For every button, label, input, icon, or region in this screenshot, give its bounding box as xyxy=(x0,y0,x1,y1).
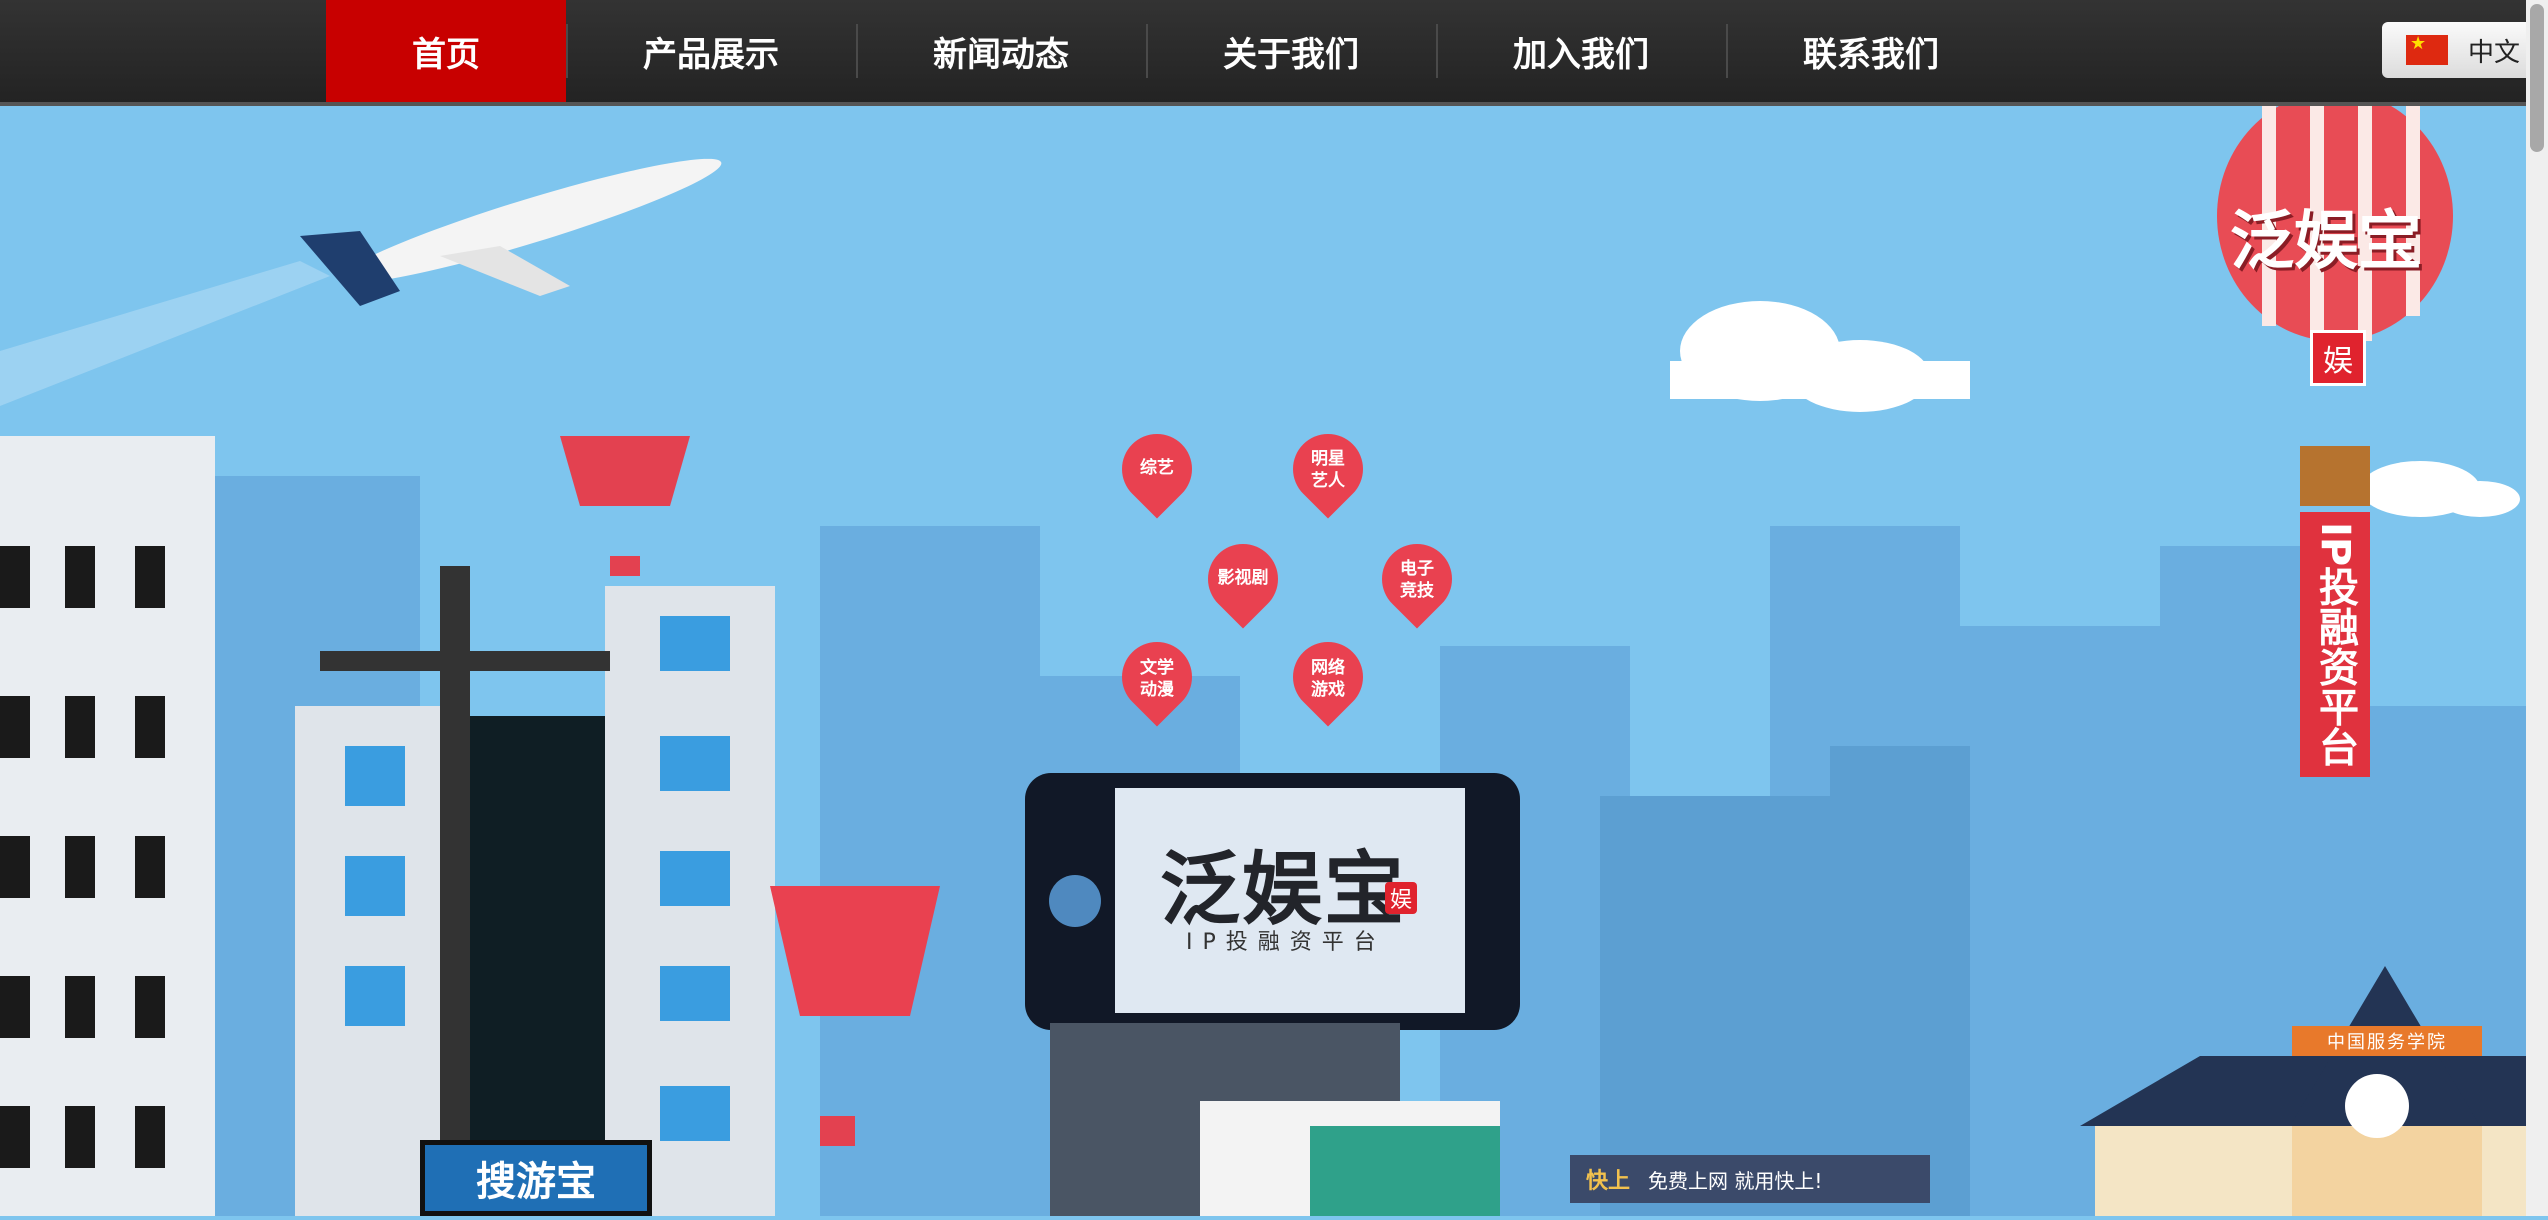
city-scene-graphic xyxy=(0,91,2526,1216)
kuaishang-sign: 快上 免费上网 就用快上! xyxy=(1570,1155,1930,1203)
main-nav: 首页 产品展示 新闻动态 关于我们 加入我们 联系我们 xyxy=(326,0,2016,102)
nav-item-news[interactable]: 新闻动态 xyxy=(856,0,1146,102)
pin-label-games: 网络 游戏 xyxy=(1311,658,1345,700)
billboard-seal: 娱 xyxy=(1385,882,1417,914)
top-navigation-bar: 首页 产品展示 新闻动态 关于我们 加入我们 联系我们 xyxy=(0,0,2548,106)
china-flag-icon xyxy=(2406,33,2448,65)
billboard-subtitle: IP投融资平台 xyxy=(1186,930,1386,955)
school-sign: 中国服务学院 xyxy=(2292,1026,2482,1056)
vertical-scrollbar[interactable] xyxy=(2526,0,2548,1216)
nav-item-about[interactable]: 关于我们 xyxy=(1146,0,1436,102)
nav-item-products[interactable]: 产品展示 xyxy=(566,0,856,102)
language-switcher[interactable]: 中文 xyxy=(2382,22,2548,78)
kuaishang-slogan: 免费上网 就用快上! xyxy=(1648,1168,1823,1193)
pin-label-drama: 影视剧 xyxy=(1217,568,1269,588)
scrollbar-thumb[interactable] xyxy=(2530,4,2544,152)
vertical-banner: IP投融资平台 xyxy=(2300,512,2370,777)
balloon-logo-text: 泛娱宝 xyxy=(2230,205,2422,279)
balloon-seal: 娱 xyxy=(2310,330,2366,386)
nav-item-home[interactable]: 首页 xyxy=(326,0,566,102)
language-label: 中文 xyxy=(2468,37,2521,68)
pin-label-celebrity: 明星 艺人 xyxy=(1311,449,1345,491)
kuaishang-logo: 快上 xyxy=(1586,1169,1631,1194)
nav-item-contact[interactable]: 联系我们 xyxy=(1726,0,2016,102)
nav-item-join[interactable]: 加入我们 xyxy=(1436,0,1726,102)
soyou-sign: 搜游宝 xyxy=(420,1140,652,1216)
hero-illustration: 综艺 明星 艺人 影视剧 电子 竞技 文学 动漫 网络 游戏 泛娱宝 娱 IP投… xyxy=(0,91,2526,1216)
pin-label-variety: 综艺 xyxy=(1140,458,1174,478)
pin-label-esports: 电子 竞技 xyxy=(1400,559,1434,601)
pin-label-literature: 文学 动漫 xyxy=(1140,658,1174,700)
